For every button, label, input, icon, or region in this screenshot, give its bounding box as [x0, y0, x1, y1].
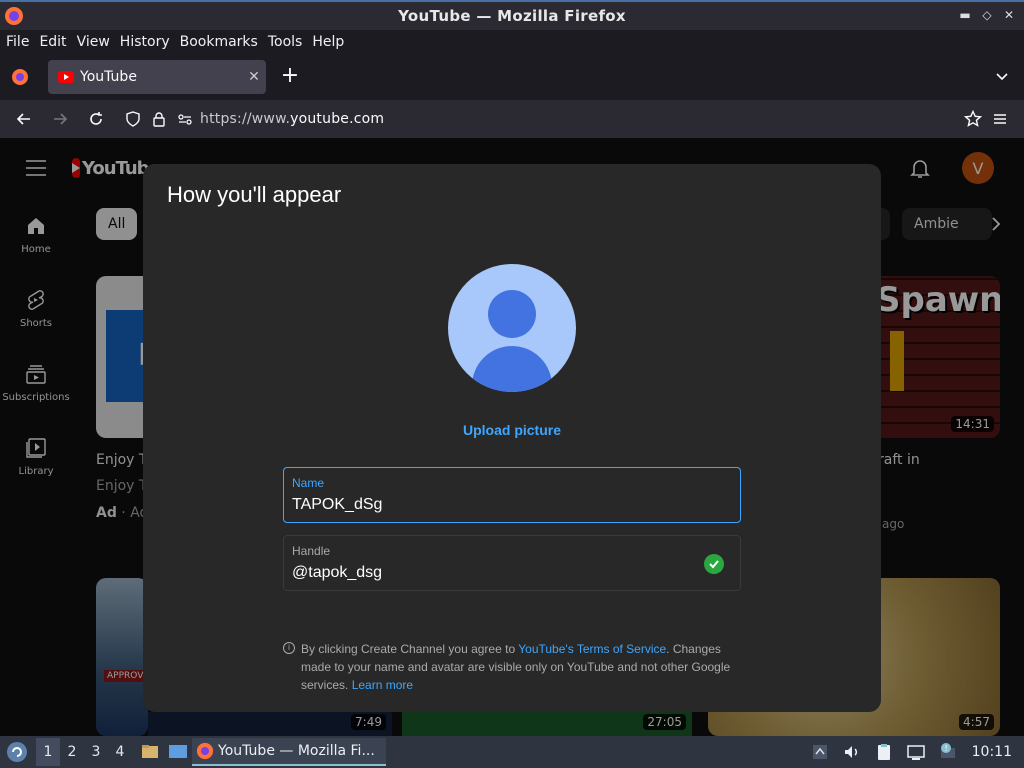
- forward-button[interactable]: [42, 104, 78, 134]
- tab-bar: YouTube ✕ +: [0, 54, 1024, 100]
- firefox-view-icon[interactable]: [10, 67, 30, 87]
- navigation-toolbar: https://www.youtube.com: [0, 100, 1024, 138]
- handle-input[interactable]: [292, 562, 692, 584]
- menu-file[interactable]: File: [6, 34, 29, 50]
- profile-picture-placeholder[interactable]: [448, 264, 576, 392]
- tab-label: YouTube: [80, 69, 137, 85]
- name-input[interactable]: [292, 494, 692, 516]
- person-head-icon: [488, 290, 536, 338]
- window-controls: ▬ ◇ ✕: [956, 6, 1018, 24]
- tab-youtube[interactable]: YouTube ✕: [48, 60, 266, 94]
- menu-help[interactable]: Help: [312, 34, 344, 50]
- taskbar-app-firefox[interactable]: YouTube — Mozilla Fi...: [192, 738, 386, 766]
- tracking-protection-shield-icon[interactable]: [122, 108, 144, 130]
- learn-more-link[interactable]: Learn more: [352, 678, 413, 692]
- menu-edit[interactable]: Edit: [39, 34, 66, 50]
- system-clock: 10:11: [971, 744, 1012, 760]
- system-tray: ! 10:11: [804, 736, 1024, 768]
- restore-icon[interactable]: ◇: [978, 6, 996, 24]
- clipboard-icon[interactable]: [874, 742, 894, 762]
- workspace-4[interactable]: 4: [108, 738, 132, 766]
- menu-bookmarks[interactable]: Bookmarks: [180, 34, 258, 50]
- firefox-logo-icon: [5, 7, 23, 25]
- start-menu-icon[interactable]: [6, 741, 28, 763]
- workspace-3[interactable]: 3: [84, 738, 108, 766]
- workspace-2[interactable]: 2: [60, 738, 84, 766]
- volume-icon[interactable]: [842, 742, 862, 762]
- back-button[interactable]: [6, 104, 42, 134]
- handle-field[interactable]: Handle: [283, 535, 741, 591]
- check-circle-icon: [704, 554, 724, 574]
- svg-text:!: !: [944, 744, 947, 753]
- menu-view[interactable]: View: [77, 34, 110, 50]
- handle-field-label: Handle: [292, 544, 331, 558]
- address-bar[interactable]: https://www.youtube.com: [118, 104, 984, 134]
- list-tabs-chevron-down-icon[interactable]: [994, 68, 1010, 84]
- desktop-icon[interactable]: [168, 742, 188, 762]
- firefox-icon: [196, 742, 214, 760]
- reload-icon: [90, 112, 102, 125]
- menu-history[interactable]: History: [120, 34, 170, 50]
- taskbar-app-label: YouTube — Mozilla Fi...: [218, 743, 375, 759]
- url-text[interactable]: https://www.youtube.com: [200, 111, 958, 127]
- name-field-label: Name: [292, 476, 325, 490]
- minimize-icon[interactable]: ▬: [956, 6, 974, 24]
- workspace-1[interactable]: 1: [36, 738, 60, 766]
- youtube-favicon-icon: [58, 71, 74, 83]
- reload-button[interactable]: [78, 104, 114, 134]
- desktop-taskbar: 1 2 3 4 YouTube — Mozilla Fi... ! 10:11: [0, 736, 1024, 768]
- create-channel-dialog: How you'll appear Upload picture Name Ha…: [143, 164, 881, 712]
- arrow-left-icon: [16, 113, 30, 125]
- bookmark-star-icon[interactable]: [962, 108, 984, 130]
- info-icon: i: [283, 642, 295, 654]
- upload-picture-button[interactable]: Upload picture: [143, 422, 881, 438]
- lock-icon[interactable]: [148, 108, 170, 130]
- person-body-icon: [472, 346, 552, 392]
- close-tab-icon[interactable]: ✕: [242, 69, 266, 85]
- file-manager-icon[interactable]: [140, 742, 160, 762]
- name-field[interactable]: Name: [283, 467, 741, 523]
- close-window-icon[interactable]: ✕: [1000, 6, 1018, 24]
- permissions-icon[interactable]: [174, 108, 196, 130]
- window-title: YouTube — Mozilla Firefox: [398, 7, 626, 25]
- app-menu-button[interactable]: [982, 104, 1018, 134]
- dialog-title: How you'll appear: [167, 182, 342, 207]
- tray-up-arrow-icon[interactable]: [810, 742, 830, 762]
- menu-bar: File Edit View History Bookmarks Tools H…: [0, 30, 1024, 54]
- hamburger-menu-icon: [994, 114, 1006, 124]
- terms-of-service-link[interactable]: YouTube's Terms of Service: [518, 642, 666, 656]
- window-titlebar: YouTube — Mozilla Firefox ▬ ◇ ✕: [0, 0, 1024, 30]
- menu-tools[interactable]: Tools: [268, 34, 303, 50]
- arrow-right-icon: [54, 113, 68, 125]
- notification-info-icon[interactable]: !: [938, 742, 958, 762]
- terms-notice: i By clicking Create Channel you agree t…: [283, 640, 743, 694]
- network-icon[interactable]: [906, 742, 926, 762]
- new-tab-button[interactable]: +: [278, 64, 302, 88]
